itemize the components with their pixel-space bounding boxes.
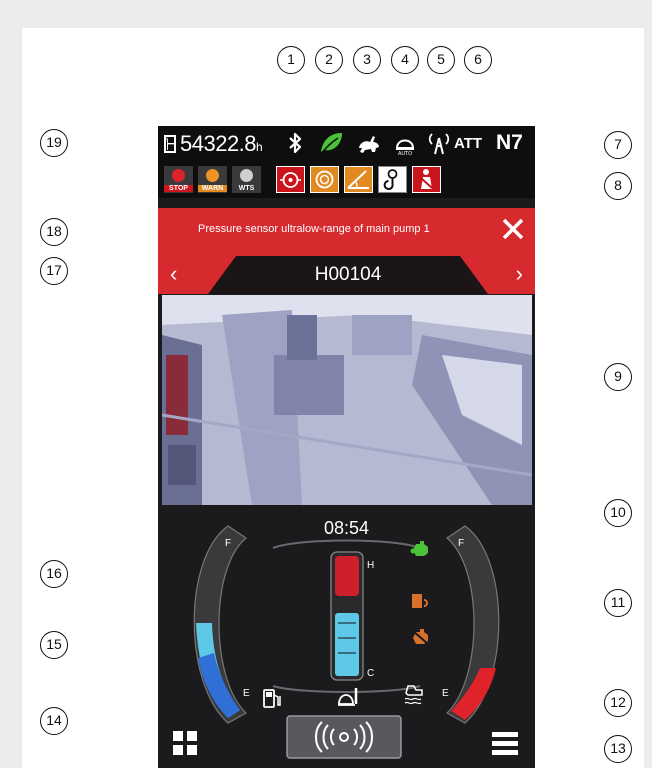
hour-meter-unit: h <box>256 140 263 154</box>
gear-indicator: N7 <box>496 131 523 154</box>
hydraulic-oil-icon <box>410 541 428 556</box>
water-separator-icon <box>404 685 423 705</box>
previous-alarm-button[interactable]: ‹ <box>170 261 177 287</box>
wts-lamp: WTS <box>232 166 261 193</box>
fuel-pump-icon <box>263 689 281 708</box>
warn-lamp-icon <box>206 169 219 182</box>
callout-17: 17 <box>40 257 68 285</box>
alarm-banner: Pressure sensor ultralow-range of main p… <box>158 208 535 256</box>
gauge-panel: 08:54 F E H C F E <box>158 508 535 768</box>
camera-switch-button[interactable] <box>286 715 402 759</box>
wts-lamp-label: WTS <box>238 185 255 192</box>
temp-hot-mark: H <box>367 560 375 571</box>
callout-19: 19 <box>40 129 68 157</box>
callout-15: 15 <box>40 631 68 659</box>
status-bar: 54322.8h AUTO ATT N7 <box>158 126 535 162</box>
callout-12: 12 <box>604 689 632 717</box>
warn-lamp: WARN <box>198 166 227 193</box>
svg-text:AUTO: AUTO <box>398 151 412 156</box>
wts-lamp-icon <box>240 169 253 182</box>
callout-10: 10 <box>604 499 632 527</box>
engine-oil-pressure-icon <box>276 166 305 193</box>
coolant-temp-icon <box>338 688 358 706</box>
warning-lamp-bar: STOP WARN WTS <box>158 162 535 198</box>
warn-lamp-label: WARN <box>198 185 227 192</box>
clock: 08:54 <box>323 518 370 538</box>
callout-11: 11 <box>604 589 632 617</box>
callout-4: 4 <box>391 46 419 74</box>
air-filter-icon <box>310 166 339 193</box>
hour-meter-value: 54322.8 <box>180 131 257 156</box>
monitor-screen: 54322.8h AUTO ATT N7 STOP WARN WTS Press… <box>158 126 535 768</box>
overload-hook-icon <box>378 166 407 193</box>
stop-lamp: STOP <box>164 166 193 193</box>
tilt-angle-icon <box>344 166 373 193</box>
callout-1: 1 <box>277 46 305 74</box>
hour-meter: 54322.8h <box>180 131 263 157</box>
alarm-code: H00104 <box>314 264 382 285</box>
bluetooth-icon <box>289 132 302 154</box>
attachment-indicator: ATT <box>454 135 483 152</box>
scr-warning-icon <box>411 629 429 645</box>
next-alarm-button[interactable]: › <box>516 261 523 287</box>
fuel-empty-mark: E <box>243 688 250 699</box>
callout-5: 5 <box>427 46 455 74</box>
alarm-message: Pressure sensor ultralow-range of main p… <box>198 223 430 235</box>
stop-lamp-label: STOP <box>164 185 193 192</box>
close-alarm-button[interactable] <box>500 216 526 242</box>
callout-18: 18 <box>40 218 68 246</box>
rear-camera-view <box>162 295 532 505</box>
auto-idle-icon: AUTO <box>395 139 415 156</box>
callout-7: 7 <box>604 131 632 159</box>
callout-6: 6 <box>464 46 492 74</box>
menu-grid-button[interactable] <box>170 728 200 758</box>
callout-2: 2 <box>315 46 343 74</box>
def-level-icon <box>412 594 428 608</box>
stop-lamp-icon <box>172 169 185 182</box>
def-full-mark: F <box>458 538 465 549</box>
hamburger-menu-button[interactable] <box>490 728 520 758</box>
alarm-code-bar: ‹ H00104 › <box>158 256 535 294</box>
def-empty-mark: E <box>442 688 449 699</box>
callout-14: 14 <box>40 707 68 735</box>
seatbelt-icon <box>412 166 441 193</box>
callout-9: 9 <box>604 363 632 391</box>
eco-leaf-icon <box>321 133 342 154</box>
callout-13: 13 <box>604 735 632 763</box>
callout-16: 16 <box>40 560 68 588</box>
callout-8: 8 <box>604 172 632 200</box>
callout-3: 3 <box>353 46 381 74</box>
rabbit-mode-icon <box>359 136 379 153</box>
antenna-signal-icon <box>428 133 450 155</box>
temp-cold-mark: C <box>367 668 375 679</box>
fuel-full-mark: F <box>225 538 232 549</box>
alarm-code-tab: H00104 <box>208 256 488 294</box>
hourglass-icon <box>164 135 176 153</box>
